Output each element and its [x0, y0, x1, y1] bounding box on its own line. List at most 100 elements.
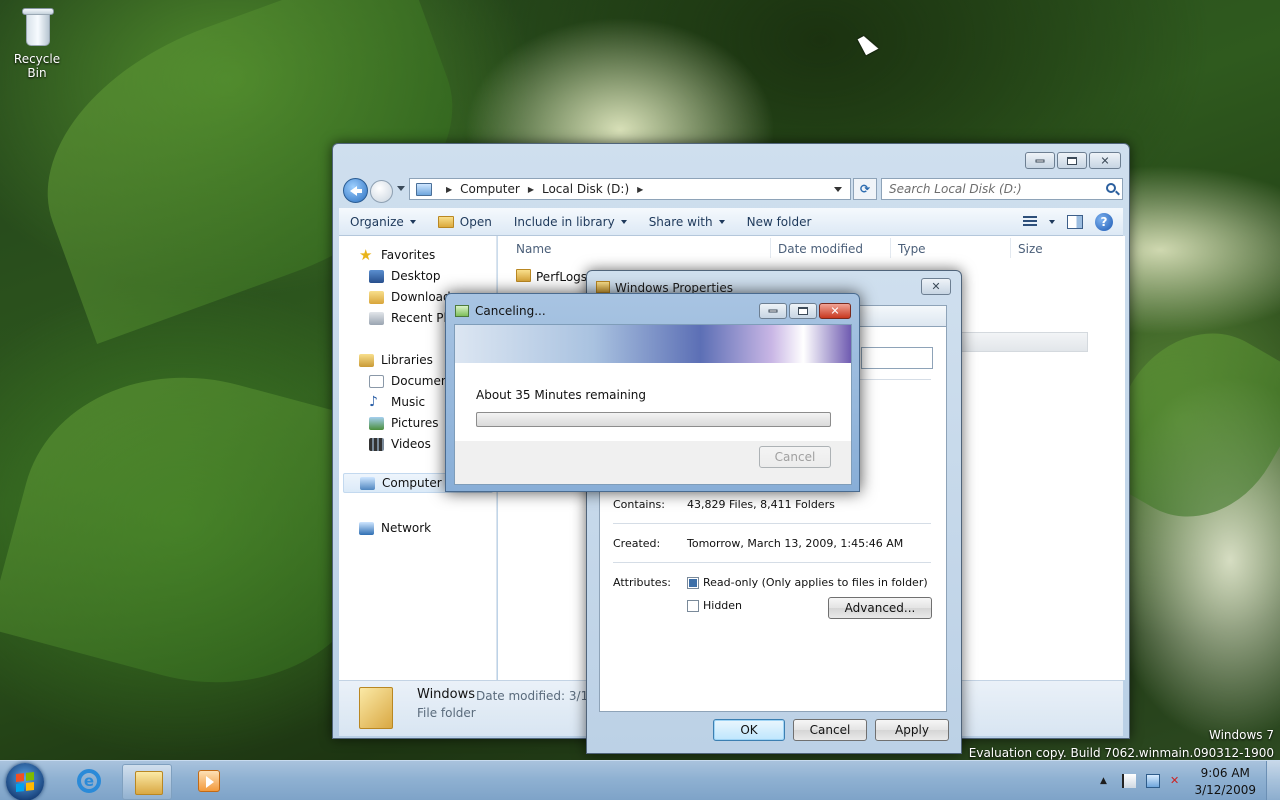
- open-folder-icon: [437, 215, 454, 228]
- share-with-button[interactable]: Share with: [638, 208, 736, 235]
- refresh-button[interactable]: ⟳: [853, 178, 877, 200]
- videos-icon: [369, 437, 384, 451]
- breadcrumb-chevron-icon[interactable]: ▶: [637, 185, 643, 194]
- search-icon[interactable]: [1106, 183, 1116, 193]
- advanced-button[interactable]: Advanced...: [828, 597, 932, 619]
- recent-pages-dropdown[interactable]: [397, 186, 405, 191]
- windows-logo-icon: [16, 772, 34, 792]
- nav-pictures[interactable]: Pictures: [369, 416, 439, 430]
- system-clock[interactable]: 9:06 AM 3/12/2009: [1194, 765, 1256, 799]
- help-icon[interactable]: ?: [1095, 212, 1113, 231]
- nav-music-label: Music: [391, 395, 426, 409]
- hidden-checkbox[interactable]: [687, 600, 699, 612]
- maximize-button[interactable]: [1057, 152, 1087, 169]
- organize-button[interactable]: Organize: [339, 208, 427, 235]
- show-desktop-button[interactable]: [1266, 761, 1280, 800]
- column-divider[interactable]: [890, 238, 891, 258]
- nav-favorites[interactable]: ★ Favorites: [359, 247, 435, 262]
- readonly-checkbox[interactable]: [687, 577, 699, 589]
- cancel-button[interactable]: Cancel: [793, 719, 867, 741]
- folder-name-field[interactable]: [861, 347, 933, 369]
- copy-progress-icon: [455, 305, 469, 317]
- clock-time: 9:06 AM: [1200, 766, 1250, 780]
- apply-button[interactable]: Apply: [875, 719, 949, 741]
- breadcrumb-local-disk[interactable]: Local Disk (D:): [542, 182, 629, 196]
- search-input[interactable]: Search Local Disk (D:): [881, 178, 1123, 200]
- folder-icon: [516, 269, 531, 282]
- include-in-library-button[interactable]: Include in library: [503, 208, 638, 235]
- nav-videos[interactable]: Videos: [369, 437, 431, 451]
- column-header-type[interactable]: Type: [898, 242, 926, 256]
- nav-downloads[interactable]: Downloads: [369, 290, 457, 304]
- back-button[interactable]: [343, 178, 368, 203]
- taskbar-media-player[interactable]: [184, 764, 234, 800]
- details-name: Windows: [417, 687, 476, 702]
- column-header-size[interactable]: Size: [1018, 242, 1043, 256]
- minimize-icon: [768, 309, 778, 313]
- maximize-button[interactable]: [789, 303, 817, 319]
- build-watermark: Windows 7 Evaluation copy. Build 7062.wi…: [969, 726, 1274, 762]
- nav-libraries[interactable]: Libraries: [359, 353, 433, 367]
- open-label: Open: [459, 214, 492, 229]
- file-row-name[interactable]: PerfLogs: [536, 270, 587, 284]
- documents-icon: [369, 374, 384, 388]
- start-button[interactable]: [6, 763, 44, 800]
- taskbar-windows-explorer[interactable]: [122, 764, 172, 800]
- open-button[interactable]: Open: [427, 208, 503, 235]
- horizontal-scrollbar[interactable]: [958, 332, 1088, 352]
- address-dropdown-icon[interactable]: [834, 187, 842, 192]
- search-placeholder: Search Local Disk (D:): [889, 182, 1022, 196]
- change-view-icon[interactable]: [1023, 215, 1037, 228]
- progress-banner: [455, 325, 851, 363]
- internet-explorer-icon: e: [77, 769, 101, 793]
- cancel-operation-button[interactable]: Cancel: [759, 446, 831, 468]
- column-divider[interactable]: [770, 238, 771, 258]
- canceling-window-controls: ✕: [759, 303, 851, 319]
- volume-muted-icon[interactable]: ✕: [1170, 774, 1184, 788]
- ok-button[interactable]: OK: [713, 719, 785, 741]
- breadcrumb-computer[interactable]: Computer: [460, 182, 520, 196]
- breadcrumb-chevron-icon[interactable]: ▶: [528, 185, 534, 194]
- details-type: File folder: [417, 706, 476, 720]
- computer-icon: [360, 476, 375, 490]
- taskbar: e ▲ ✕ 9:06 AM 3/12/2009: [0, 760, 1280, 800]
- nav-desktop[interactable]: Desktop: [369, 269, 441, 283]
- new-folder-button[interactable]: New folder: [736, 208, 823, 235]
- view-options-dropdown-icon[interactable]: [1049, 219, 1055, 224]
- desktop-icon: [369, 269, 384, 283]
- readonly-label: Read-only (Only applies to files in fold…: [703, 576, 928, 589]
- show-hidden-icons-icon[interactable]: ▲: [1100, 774, 1114, 788]
- share-with-label: Share with: [648, 214, 713, 229]
- recycle-bin-icon: [20, 6, 54, 48]
- taskbar-internet-explorer[interactable]: e: [64, 764, 114, 800]
- divider: [613, 523, 931, 524]
- properties-close-button[interactable]: ✕: [921, 278, 951, 295]
- column-divider[interactable]: [1010, 238, 1011, 258]
- close-button[interactable]: ✕: [1089, 152, 1121, 169]
- breadcrumb-chevron-icon[interactable]: ▶: [446, 185, 452, 194]
- recycle-bin-shortcut[interactable]: Recycle Bin: [4, 6, 70, 80]
- close-icon: ✕: [931, 280, 941, 293]
- preview-pane-icon[interactable]: [1067, 214, 1083, 229]
- windows-explorer-icon: [135, 771, 163, 795]
- minimize-button[interactable]: [1025, 152, 1055, 169]
- minimize-button[interactable]: [759, 303, 787, 319]
- folder-icon: [596, 281, 610, 293]
- action-center-flag-icon[interactable]: [1122, 774, 1136, 788]
- progress-area: About 35 Minutes remaining: [455, 363, 851, 441]
- maximize-icon: [1067, 156, 1077, 165]
- address-bar[interactable]: ▶ Computer ▶ Local Disk (D:) ▶: [409, 178, 851, 200]
- close-button[interactable]: ✕: [819, 303, 851, 319]
- recycle-bin-label: Recycle Bin: [13, 52, 61, 80]
- nav-music[interactable]: ♪ Music: [369, 395, 426, 410]
- nav-computer-label: Computer: [382, 476, 442, 490]
- hidden-label: Hidden: [703, 599, 743, 612]
- libraries-icon: [359, 353, 374, 367]
- watermark-os: Windows 7: [1208, 728, 1274, 742]
- column-header-date-modified[interactable]: Date modified: [778, 242, 863, 256]
- forward-button[interactable]: [370, 180, 393, 203]
- network-status-icon[interactable]: [1146, 774, 1160, 788]
- nav-network[interactable]: Network: [359, 521, 431, 535]
- column-header-name[interactable]: Name: [516, 242, 551, 256]
- divider: [613, 562, 931, 563]
